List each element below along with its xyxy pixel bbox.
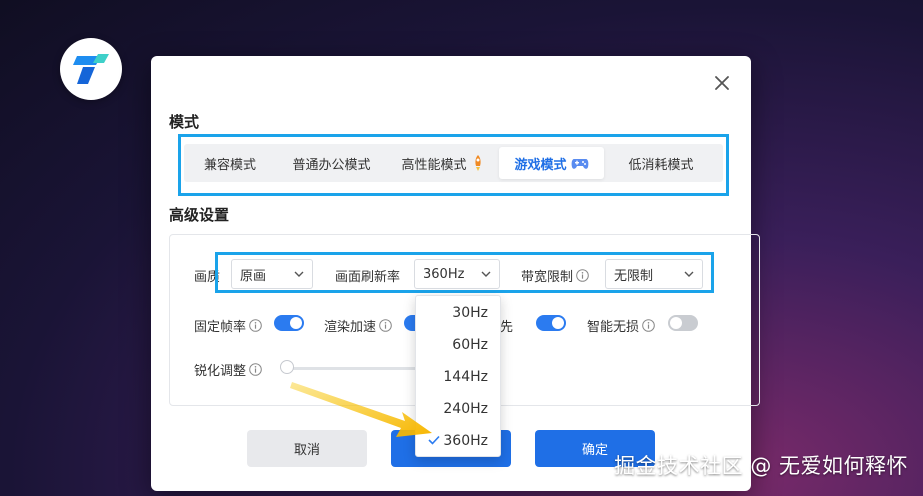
gamepad-icon <box>571 158 588 169</box>
app-logo <box>60 38 122 100</box>
dropdown-option[interactable]: 144Hz <box>416 362 500 392</box>
render-accel-label: 渲染加速 <box>324 316 392 335</box>
sharpen-text: 锐化调整 <box>194 364 247 379</box>
sharpen-label: 锐化调整 <box>194 360 262 379</box>
fixed-framerate-text: 固定帧率 <box>194 320 247 335</box>
dropdown-option-selected[interactable]: 360Hz <box>416 426 500 456</box>
smart-lossless-toggle[interactable] <box>668 315 698 331</box>
fixed-framerate-toggle[interactable] <box>274 315 304 331</box>
dropdown-option-label: 360Hz <box>443 433 488 449</box>
tab-compat-mode[interactable]: 兼容模式 <box>184 147 276 179</box>
fixed-framerate-label: 固定帧率 <box>194 316 262 335</box>
tab-label: 高性能模式 <box>401 157 467 173</box>
priority-toggle[interactable] <box>536 315 566 331</box>
info-icon[interactable] <box>642 319 655 332</box>
priority-text: 先 <box>500 320 514 335</box>
dropdown-option[interactable]: 60Hz <box>416 330 500 360</box>
info-icon[interactable] <box>249 319 262 332</box>
sharpen-slider-handle[interactable] <box>280 360 294 374</box>
info-icon[interactable] <box>249 363 262 376</box>
close-icon <box>715 76 729 90</box>
tab-office-mode[interactable]: 普通办公模式 <box>276 147 387 179</box>
tab-label: 普通办公模式 <box>292 157 371 173</box>
advanced-section-title: 高级设置 <box>169 206 230 224</box>
smart-lossless-label: 智能无损 <box>587 316 655 335</box>
dropdown-option[interactable]: 240Hz <box>416 394 500 424</box>
tab-performance-mode[interactable]: 高性能模式 <box>387 147 499 179</box>
close-button[interactable] <box>711 72 733 94</box>
priority-label: 先 <box>500 316 513 335</box>
rocket-icon <box>474 155 481 171</box>
info-icon[interactable] <box>379 319 392 332</box>
tab-label: 兼容模式 <box>203 157 256 173</box>
dropdown-option[interactable]: 30Hz <box>416 298 500 328</box>
settings-row-highlight-box <box>215 252 714 293</box>
sharpen-slider-track[interactable] <box>287 367 435 370</box>
tab-game-mode[interactable]: 游戏模式 <box>499 147 604 179</box>
tab-label: 游戏模式 <box>514 157 567 173</box>
refresh-rate-dropdown: 30Hz 60Hz 144Hz 240Hz 360Hz <box>415 295 501 457</box>
app-logo-icon <box>73 54 109 84</box>
mode-section-title: 模式 <box>169 113 200 131</box>
cancel-button[interactable]: 取消 <box>247 430 367 467</box>
mode-tabs: 兼容模式 普通办公模式 高性能模式 游戏模式 低消耗模式 <box>184 144 723 182</box>
mode-highlight-box: 兼容模式 普通办公模式 高性能模式 游戏模式 低消耗模式 <box>178 134 729 196</box>
check-icon <box>428 435 440 445</box>
tab-label: 低消耗模式 <box>628 157 694 173</box>
watermark-text: 掘金技术社区 @ 无爱如何释怀 <box>614 454 908 478</box>
smart-lossless-text: 智能无损 <box>587 320 640 335</box>
render-accel-text: 渲染加速 <box>324 320 377 335</box>
tab-low-power-mode[interactable]: 低消耗模式 <box>604 147 718 179</box>
